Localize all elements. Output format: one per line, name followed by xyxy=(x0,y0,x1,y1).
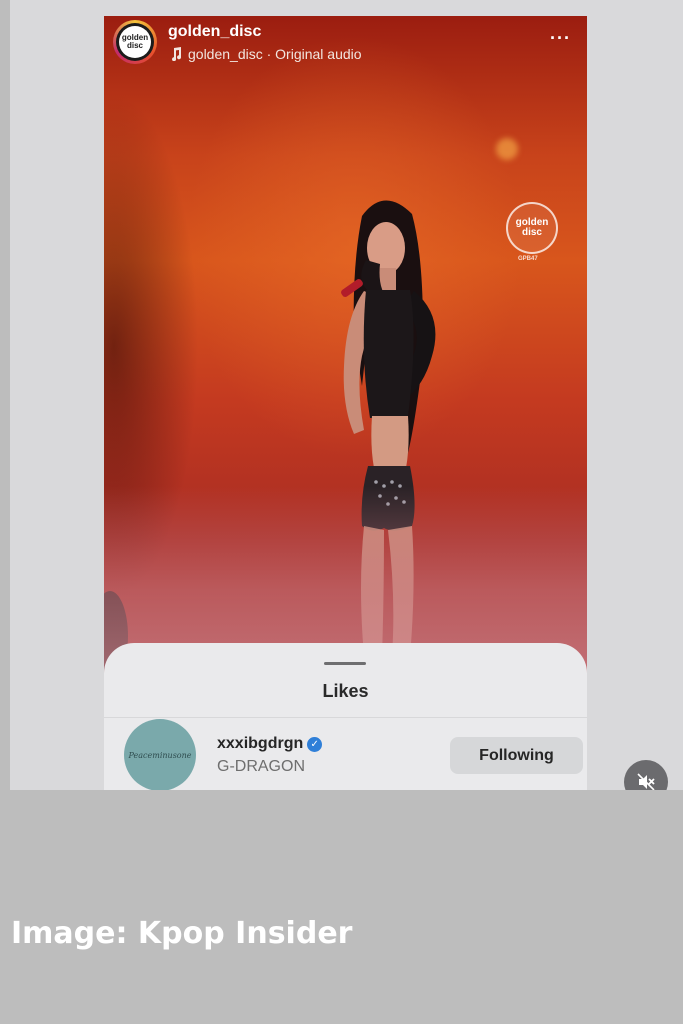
divider xyxy=(104,717,587,718)
music-note-icon xyxy=(172,47,182,61)
image-credit: Image: Kpop Insider xyxy=(11,916,353,951)
watermark-subtext: GPB47 xyxy=(518,256,538,262)
speaker-muted-icon xyxy=(637,773,655,790)
post-avatar[interactable]: golden disc xyxy=(113,20,157,64)
post-username[interactable]: golden_disc xyxy=(168,23,261,41)
likes-sheet: Likes Peaceminusone xxxibgdrgn ✓ G-DRAGO… xyxy=(104,643,587,790)
avatar[interactable]: Peaceminusone xyxy=(124,719,196,790)
verified-badge-icon: ✓ xyxy=(307,736,323,752)
more-horizontal-icon[interactable]: ··· xyxy=(550,28,571,49)
following-button[interactable]: Following xyxy=(450,737,583,774)
reel-post[interactable]: golden disc golden_disc golden_disc · Or… xyxy=(104,16,587,716)
post-audio-link[interactable]: golden_disc · Original audio xyxy=(170,46,362,62)
like-username[interactable]: xxxibgdrgn ✓ xyxy=(217,735,323,753)
sheet-drag-handle[interactable] xyxy=(324,662,366,665)
watermark-logo: golden disc xyxy=(506,202,558,254)
avatar-signature: Peaceminusone xyxy=(128,750,192,760)
audio-label: golden_disc · Original audio xyxy=(188,46,362,62)
like-full-name: G-DRAGON xyxy=(217,758,305,775)
golden-disc-logo: golden disc xyxy=(119,26,151,58)
mute-button[interactable] xyxy=(624,760,668,790)
stage-light xyxy=(496,138,518,160)
page: golden disc golden_disc golden_disc · Or… xyxy=(0,0,683,1024)
screenshot-panel: golden disc golden_disc golden_disc · Or… xyxy=(10,0,683,790)
sheet-title: Likes xyxy=(322,681,369,701)
